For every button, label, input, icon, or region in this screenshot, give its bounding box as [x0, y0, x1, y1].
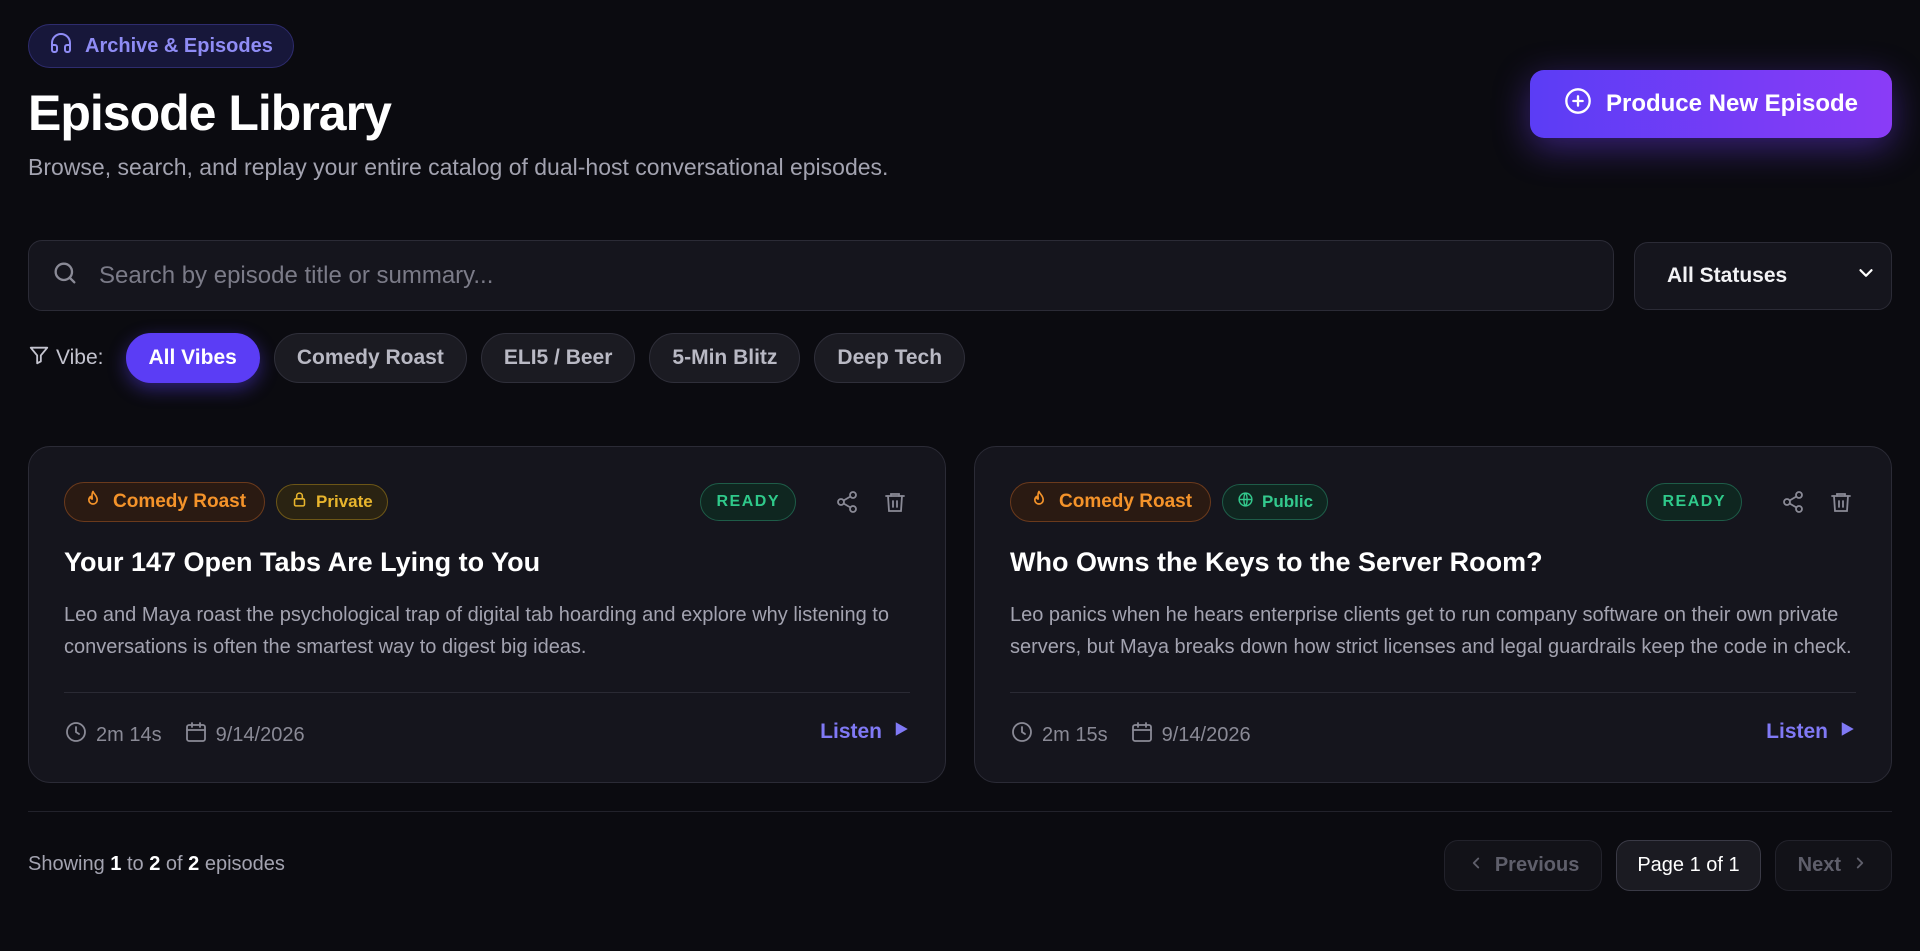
listen-button[interactable]: Listen: [1766, 720, 1856, 744]
vibe-tag-label: Comedy Roast: [113, 491, 247, 512]
date: 9/14/2026: [1130, 720, 1251, 750]
visibility-tag-label: Private: [316, 492, 373, 511]
vibe-chip-comedy-roast[interactable]: Comedy Roast: [273, 333, 467, 383]
clock-icon: [64, 720, 88, 750]
date-value: 9/14/2026: [1161, 723, 1251, 746]
vibe-filter-label: Vibe:: [28, 344, 104, 372]
previous-label: Previous: [1494, 854, 1580, 876]
vibe-chip-deep-tech[interactable]: Deep Tech: [814, 333, 966, 383]
share-icon[interactable]: [1778, 487, 1808, 517]
duration: 2m 15s: [1010, 720, 1108, 750]
filter-icon: [28, 344, 50, 372]
date: 9/14/2026: [184, 720, 305, 750]
section-badge-label: Archive & Episodes: [85, 34, 273, 57]
showing-suffix: episodes: [204, 853, 285, 875]
calendar-icon: [184, 720, 208, 750]
trash-icon[interactable]: [880, 487, 910, 517]
search-input[interactable]: [99, 261, 1613, 290]
chevron-right-icon: [1851, 854, 1869, 878]
vibe-chip-5-min-blitz[interactable]: 5-Min Blitz: [649, 333, 801, 383]
trash-icon[interactable]: [1826, 487, 1856, 517]
page-indicator: Page 1 of 1: [1616, 840, 1761, 891]
vibe-tag-label: Comedy Roast: [1059, 491, 1193, 512]
footer-divider: [28, 811, 1892, 812]
previous-page-button[interactable]: Previous: [1443, 840, 1603, 891]
chevron-down-icon: [1855, 262, 1877, 290]
visibility-tag: Private: [276, 484, 388, 520]
range-total: 2: [188, 853, 200, 875]
search-box: [28, 240, 1614, 311]
flame-icon: [1029, 489, 1049, 515]
chevron-left-icon: [1467, 854, 1485, 878]
range-to: 2: [149, 853, 161, 875]
lock-icon: [291, 491, 308, 513]
play-icon: [1838, 720, 1856, 744]
listen-label: Listen: [1766, 720, 1828, 743]
play-icon: [892, 720, 910, 744]
episode-title[interactable]: Who Owns the Keys to the Server Room?: [1010, 547, 1856, 578]
episode-summary: Leo panics when he hears enterprise clie…: [1010, 604, 1852, 658]
plus-circle-icon: [1564, 87, 1592, 122]
episode-card[interactable]: Comedy Roast Private READY Your 147 Open…: [28, 446, 946, 783]
clock-icon: [1010, 720, 1034, 750]
vibe-chip-eli5-beer[interactable]: ELI5 / Beer: [480, 333, 636, 383]
status-badge: READY: [1646, 483, 1742, 521]
visibility-tag-label: Public: [1262, 492, 1314, 511]
date-value: 9/14/2026: [215, 723, 305, 746]
card-divider: [1010, 692, 1856, 693]
vibe-tag: Comedy Roast: [1010, 482, 1212, 522]
pagination: Previous Page 1 of 1 Next: [1443, 840, 1892, 891]
status-select-value: All Statuses: [1667, 264, 1788, 287]
search-icon: [51, 259, 79, 292]
produce-new-episode-button[interactable]: Produce New Episode: [1530, 70, 1892, 138]
range-to-word: to: [126, 853, 144, 875]
card-divider: [64, 692, 910, 693]
episode-library-page: Archive & Episodes Episode Library Brows…: [28, 0, 1892, 951]
duration-value: 2m 14s: [96, 723, 162, 746]
flame-icon: [83, 489, 103, 515]
status-select[interactable]: All Statuses: [1634, 242, 1892, 310]
duration: 2m 14s: [64, 720, 162, 750]
vibe-tag: Comedy Roast: [64, 482, 266, 522]
range-of-word: of: [165, 853, 183, 875]
vibe-filter: Vibe: All Vibes Comedy Roast ELI5 / Beer…: [28, 333, 979, 383]
headphones-icon: [49, 31, 73, 61]
visibility-tag: Public: [1222, 484, 1329, 520]
results-summary: Showing 1 to 2 of 2 episodes: [28, 853, 285, 876]
episode-summary: Leo and Maya roast the psychological tra…: [64, 604, 889, 658]
section-badge: Archive & Episodes: [28, 24, 294, 68]
listen-label: Listen: [820, 720, 882, 743]
range-from: 1: [110, 853, 122, 875]
next-page-button[interactable]: Next: [1774, 840, 1892, 891]
globe-icon: [1237, 491, 1254, 513]
vibe-chip-all-vibes[interactable]: All Vibes: [125, 333, 260, 383]
page-title: Episode Library: [28, 85, 392, 141]
status-badge: READY: [700, 483, 796, 521]
listen-button[interactable]: Listen: [820, 720, 910, 744]
episode-card[interactable]: Comedy Roast Public READY Who Owns the K…: [974, 446, 1892, 783]
duration-value: 2m 15s: [1042, 723, 1108, 746]
share-icon[interactable]: [832, 487, 862, 517]
vibe-label-text: Vibe:: [56, 346, 104, 369]
page-subtitle: Browse, search, and replay your entire c…: [28, 154, 889, 180]
showing-prefix: Showing: [28, 853, 105, 875]
calendar-icon: [1130, 720, 1154, 750]
produce-new-episode-label: Produce New Episode: [1605, 90, 1859, 117]
next-label: Next: [1797, 854, 1841, 876]
episode-title[interactable]: Your 147 Open Tabs Are Lying to You: [64, 547, 910, 578]
